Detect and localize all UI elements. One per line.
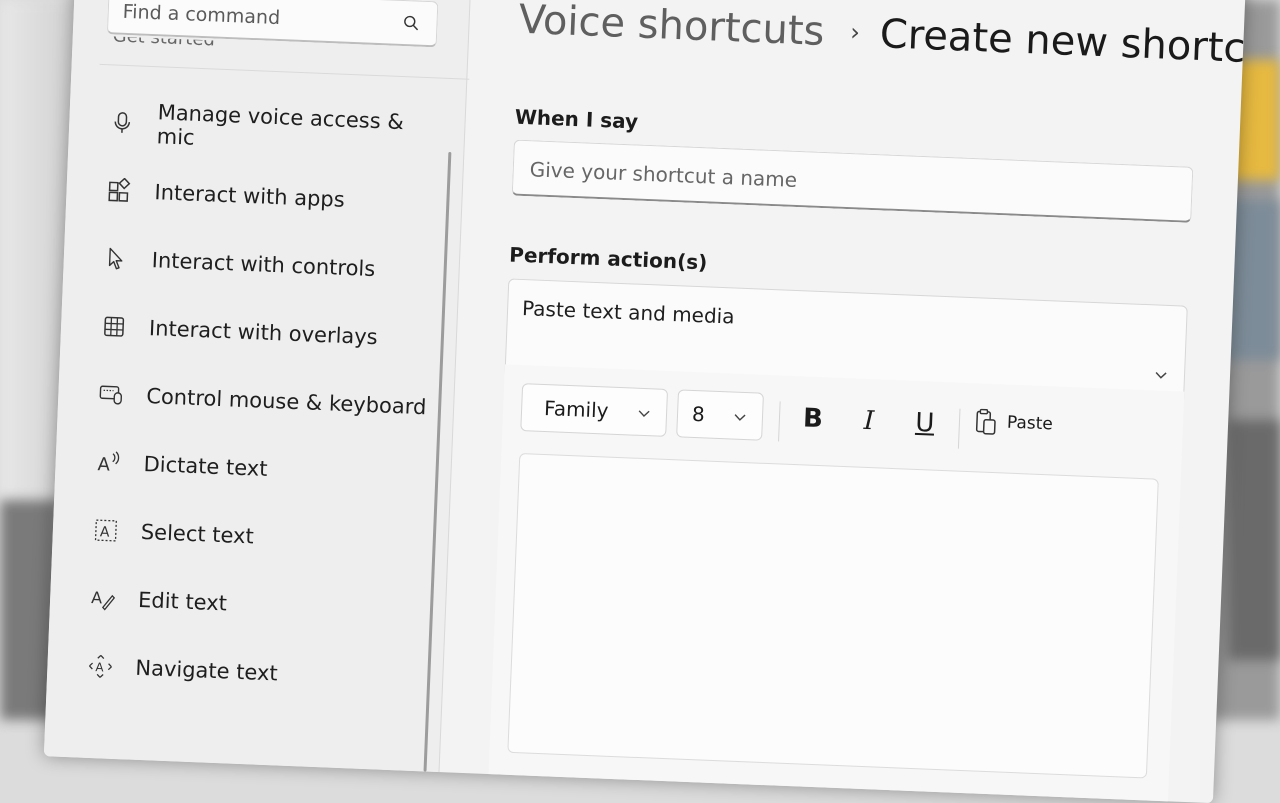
sidebar-item-label: Control mouse & keyboard bbox=[146, 384, 427, 419]
sidebar-item-label: Interact with overlays bbox=[149, 316, 379, 349]
keyboard-mouse-icon bbox=[98, 381, 125, 408]
chevron-down-icon[interactable] bbox=[1154, 367, 1169, 382]
microphone-icon bbox=[109, 109, 136, 136]
main-content: Voice shortcuts › Create new shortcut Wh… bbox=[438, 0, 1246, 803]
chevron-down-icon bbox=[734, 411, 746, 423]
toolbar-divider bbox=[778, 401, 781, 441]
sidebar-nav: Manage voice access & mic Interact with … bbox=[76, 88, 440, 713]
breadcrumb-voice-shortcuts[interactable]: Voice shortcuts bbox=[518, 0, 825, 55]
navigate-text-icon: A bbox=[87, 653, 114, 680]
dictate-icon: A bbox=[95, 449, 122, 476]
sidebar-item-label: Edit text bbox=[138, 588, 228, 616]
font-size-dropdown[interactable]: 8 bbox=[676, 389, 764, 440]
search-icon[interactable] bbox=[402, 14, 421, 33]
breadcrumb: Voice shortcuts › Create new shortcut bbox=[518, 0, 1246, 73]
sidebar-item-label: Interact with apps bbox=[154, 180, 345, 212]
apps-icon bbox=[106, 177, 133, 204]
underline-button[interactable]: U bbox=[904, 402, 946, 444]
page-title: Create new shortcut bbox=[879, 11, 1246, 73]
breadcrumb-chevron-icon: › bbox=[850, 18, 861, 46]
shortcut-name-input[interactable] bbox=[527, 155, 1172, 209]
select-text-icon: A bbox=[92, 517, 119, 544]
font-size-value: 8 bbox=[692, 402, 706, 426]
paste-button[interactable]: Paste bbox=[974, 407, 1053, 438]
edit-text-icon: A bbox=[90, 585, 117, 612]
sidebar-item-label: Interact with controls bbox=[151, 248, 375, 281]
action-dropdown-value: Paste text and media bbox=[522, 296, 735, 329]
sidebar-item-label: Navigate text bbox=[135, 656, 278, 686]
font-family-value: Family bbox=[544, 396, 609, 423]
cursor-icon bbox=[103, 245, 130, 272]
search-input[interactable] bbox=[120, 0, 395, 37]
when-i-say-label: When I say bbox=[514, 105, 638, 134]
svg-text:A: A bbox=[100, 524, 111, 540]
media-text-area[interactable] bbox=[507, 453, 1159, 778]
chevron-down-icon bbox=[638, 407, 650, 419]
svg-text:A: A bbox=[97, 454, 111, 476]
shortcut-name-field[interactable] bbox=[512, 140, 1194, 223]
sidebar: Get started Manage voice access & mic I bbox=[44, 0, 473, 772]
sidebar-divider bbox=[100, 64, 470, 80]
italic-button[interactable]: I bbox=[848, 400, 890, 442]
sidebar-item-label: Select text bbox=[140, 520, 254, 549]
paste-label: Paste bbox=[1007, 413, 1054, 435]
perform-actions-label: Perform action(s) bbox=[509, 242, 708, 274]
grid-icon bbox=[101, 313, 128, 340]
sidebar-item-label: Dictate text bbox=[143, 452, 268, 481]
sidebar-item-navigate-text[interactable]: A Navigate text bbox=[76, 631, 418, 713]
bold-button[interactable]: B bbox=[792, 398, 834, 440]
rich-text-editor: Family 8 B I U bbox=[488, 364, 1184, 803]
sidebar-item-label: Manage voice access & mic bbox=[156, 100, 440, 159]
svg-text:A: A bbox=[91, 588, 103, 607]
formatting-toolbar: Family 8 B I U bbox=[520, 383, 1172, 463]
toolbar-divider bbox=[958, 409, 961, 449]
clipboard-paste-icon bbox=[974, 407, 997, 436]
font-family-dropdown[interactable]: Family bbox=[520, 383, 668, 437]
voice-access-window: Get started Manage voice access & mic I bbox=[44, 0, 1246, 803]
svg-text:A: A bbox=[95, 660, 105, 674]
